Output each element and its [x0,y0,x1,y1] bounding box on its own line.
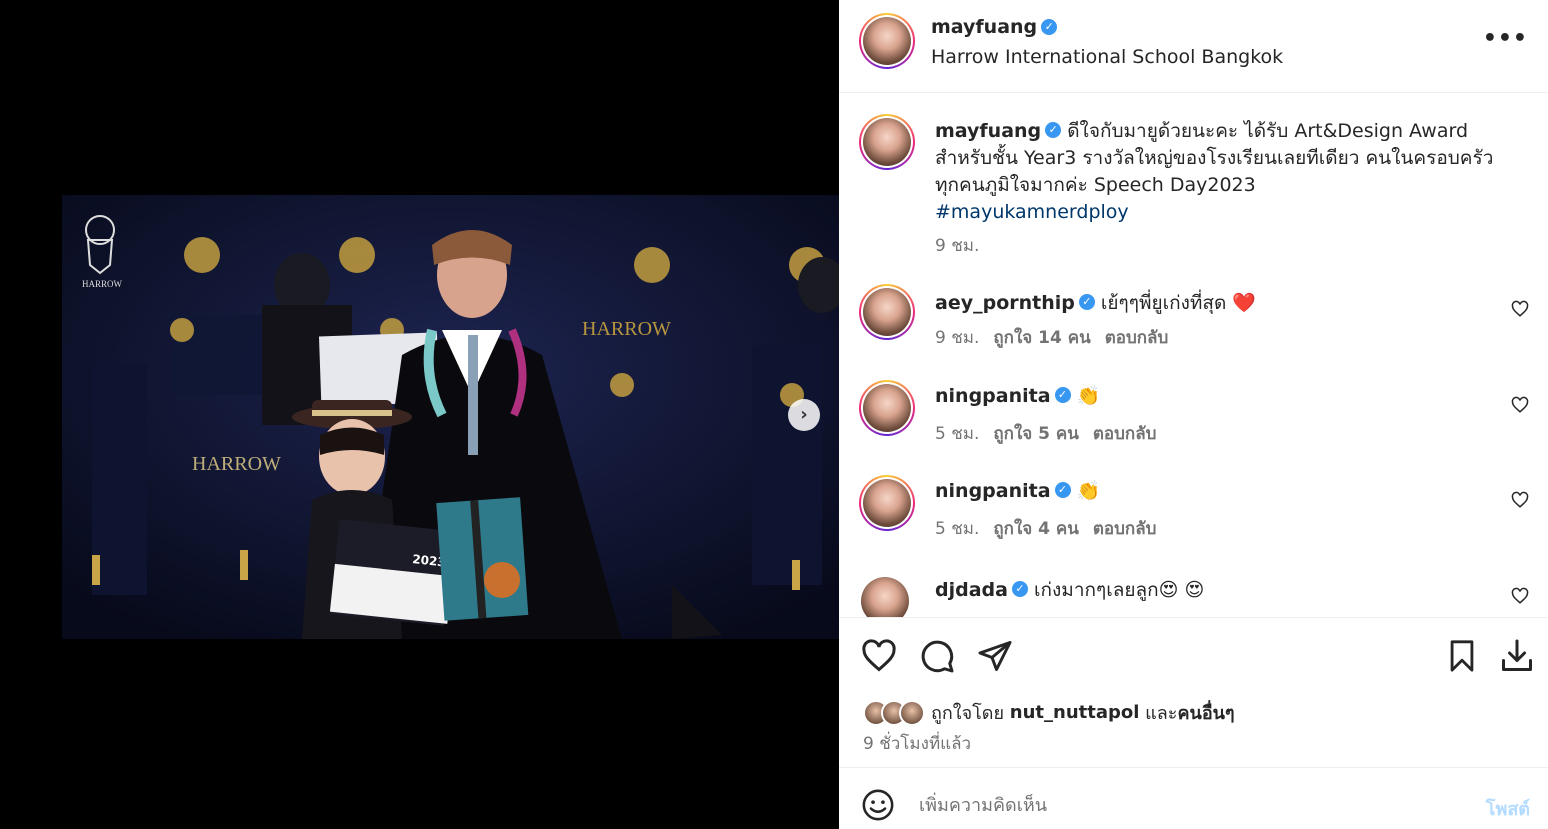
likes-middle: และ [1145,703,1178,724]
verified-badge-icon: ✓ [1054,481,1071,498]
comment-time: 5 ชม. [935,519,980,539]
comment-username[interactable]: djdada [935,579,1008,601]
comment-bubble-icon[interactable] [919,638,955,674]
more-options-icon[interactable]: ••• [1483,26,1528,51]
liker-avatar [899,699,925,726]
media-panel: HARROW HARROW HARROW 2023 › [0,0,839,829]
post-photo[interactable]: HARROW HARROW HARROW 2023 [62,195,839,639]
comment-text: เก่งมากๆเลยลูก😍 😍 [1034,579,1205,601]
caption-avatar[interactable] [859,114,915,170]
like-comment-heart-icon[interactable] [1511,300,1529,318]
comment-likes[interactable]: ถูกใจ 5 คน [993,424,1079,444]
comment-text: 👏 [1076,480,1101,502]
comment-item: ningpanita ✓ 👏 5 ชม. ถูกใจ 5 คน ตอบกลับ [859,380,1529,450]
likes-prefix: ถูกใจโดย [931,703,1005,724]
chevron-right-icon: › [800,404,808,425]
comment-time: 5 ชม. [935,424,980,444]
comment-username[interactable]: aey_pornthip [935,292,1075,314]
reply-button[interactable]: ตอบกลับ [1093,424,1157,444]
verified-badge-icon: ✓ [1078,293,1095,310]
banner-text-2: HARROW [582,318,671,340]
posted-time: 9 ชั่วโมงที่แล้ว [863,734,972,754]
reply-button[interactable]: ตอบกลับ [1105,328,1169,348]
comment-avatar[interactable] [859,284,915,340]
comment-avatar[interactable] [859,475,915,531]
post-header: mayfuang ✓ Harrow International School Ba… [839,0,1548,93]
comment-avatar[interactable] [859,575,911,617]
add-comment-bar: โพสต์ [839,767,1548,829]
reply-button[interactable]: ตอบกลับ [1093,519,1157,539]
likes-user[interactable]: nut_nuttapol [1010,702,1140,723]
comment-time: 9 ชม. [935,328,980,348]
likes-summary[interactable]: ถูกใจโดย nut_nuttapol และ คนอื่นๆ [863,698,1235,727]
like-heart-icon[interactable] [861,638,897,674]
likes-others[interactable]: คนอื่นๆ [1177,698,1234,727]
verified-badge-icon: ✓ [1045,121,1062,138]
comment-likes[interactable]: ถูกใจ 4 คน [993,519,1079,539]
comment-avatar[interactable] [859,380,915,436]
comment-likes[interactable]: ถูกใจ 14 คน [993,328,1090,348]
post-location[interactable]: Harrow International School Bangkok [931,46,1283,68]
action-bar: ถูกใจโดย nut_nuttapol และ คนอื่นๆ 9 ชั่วโ… [839,617,1548,767]
caption-hashtag[interactable]: #mayukamnerdploy [935,201,1129,223]
author-username[interactable]: mayfuang [931,16,1037,38]
author-avatar[interactable] [859,13,915,69]
emoji-icon[interactable] [861,788,895,822]
svg-text:HARROW: HARROW [82,279,123,289]
caption-username[interactable]: mayfuang [935,120,1041,142]
banner-text: HARROW [192,453,281,475]
like-comment-heart-icon[interactable] [1511,491,1529,509]
comment-text: เย้ๆๆพี่ยูเก่งที่สุด ❤️ [1100,292,1257,314]
instagram-post-view: HARROW HARROW HARROW 2023 › mayfuang ✓ H… [0,0,1548,829]
verified-badge-icon: ✓ [1011,580,1028,597]
comment-text: 👏 [1076,385,1101,407]
like-comment-heart-icon[interactable] [1511,396,1529,414]
next-slide-button[interactable]: › [788,399,820,431]
comment-item: aey_pornthip ✓ เย้ๆๆพี่ยูเก่งที่สุด ❤️ 9 … [859,284,1529,354]
comment-input[interactable] [919,790,1459,820]
comment-username[interactable]: ningpanita [935,385,1051,407]
like-comment-heart-icon[interactable] [1511,587,1529,605]
post-details-panel: mayfuang ✓ Harrow International School Ba… [839,0,1548,829]
verified-badge-icon: ✓ [1041,18,1058,35]
verified-badge-icon: ✓ [1054,386,1071,403]
comment-item: ningpanita ✓ 👏 5 ชม. ถูกใจ 4 คน ตอบกลับ [859,475,1529,545]
caption-time: 9 ชม. [935,236,980,256]
save-bookmark-icon[interactable] [1445,638,1479,674]
comment-username[interactable]: ningpanita [935,480,1051,502]
download-icon[interactable] [1499,638,1535,674]
post-comment-button[interactable]: โพสต์ [1486,794,1530,823]
caption-text-block: mayfuang ✓ ดีใจกับมายูด้วยนะคะ ได้รับ Art… [935,118,1495,226]
comment-item: djdada ✓ เก่งมากๆเลยลูก😍 😍 [859,571,1529,617]
share-send-icon[interactable] [977,638,1013,674]
